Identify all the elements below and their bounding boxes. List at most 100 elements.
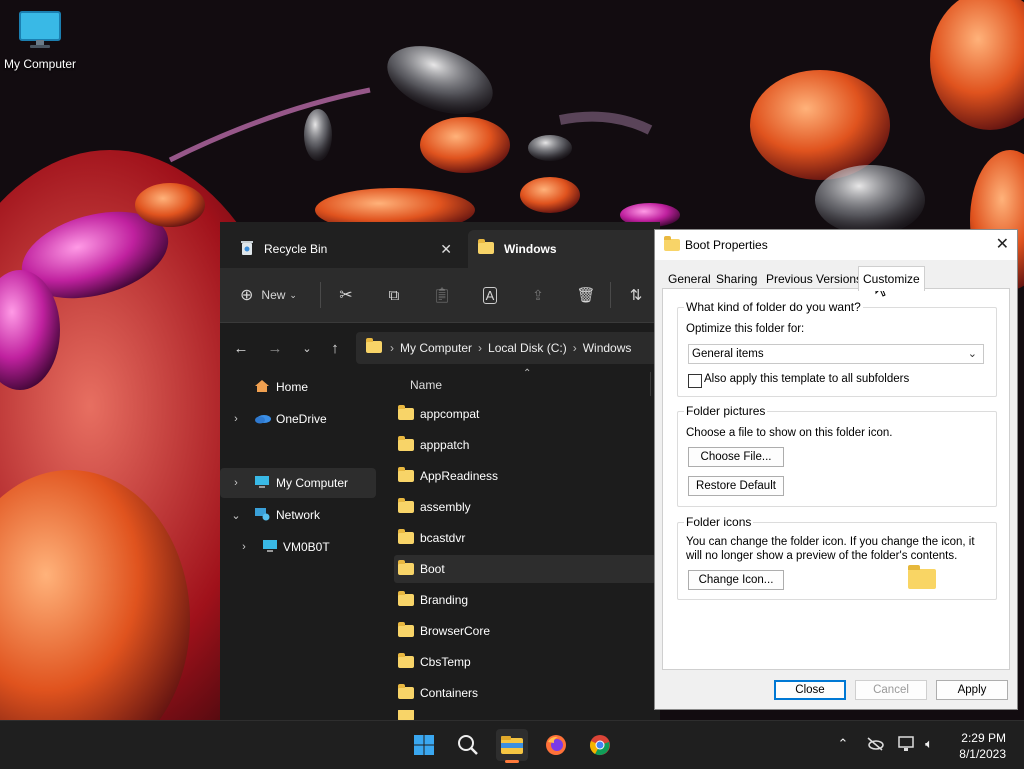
close-icon[interactable]: ✕ bbox=[996, 234, 1009, 254]
clock[interactable]: 2:29 PM 8/1/2023 bbox=[959, 730, 1006, 762]
show-hidden-icons-chevron-up-icon[interactable]: ⌃ bbox=[834, 735, 852, 753]
plus-circle-icon: ⊕ bbox=[240, 287, 254, 304]
list-item-partial[interactable] bbox=[394, 710, 656, 720]
chrome-taskbar-button[interactable] bbox=[584, 729, 616, 761]
close-button[interactable]: Close bbox=[774, 680, 846, 700]
dialog-title-bar[interactable]: Boot Properties ✕ bbox=[655, 230, 1017, 260]
firefox-taskbar-button[interactable] bbox=[540, 729, 572, 761]
forward-button[interactable]: → bbox=[264, 337, 286, 359]
list-item[interactable]: bcastdvr bbox=[394, 524, 656, 552]
icons-description: You can change the folder icon. If you c… bbox=[686, 536, 975, 562]
group-label: What kind of folder do you want? bbox=[684, 300, 863, 314]
nav-label: Home bbox=[276, 380, 309, 394]
share-button[interactable]: ⇪ bbox=[526, 283, 550, 307]
monitor-icon bbox=[19, 11, 61, 48]
search-icon bbox=[458, 735, 478, 755]
apply-subfolders-checkbox[interactable] bbox=[688, 374, 702, 388]
tab-general[interactable]: General bbox=[664, 270, 715, 288]
optimize-select[interactable]: General items ⌄ bbox=[688, 344, 984, 364]
start-button[interactable] bbox=[408, 729, 440, 761]
nav-item-onedrive[interactable]: › OneDrive bbox=[220, 404, 376, 434]
nav-label: OneDrive bbox=[276, 412, 327, 426]
cancel-button[interactable]: Cancel bbox=[855, 680, 927, 700]
clock-time: 2:29 PM bbox=[961, 731, 1006, 745]
list-item-selected[interactable]: Boot bbox=[394, 555, 656, 583]
nav-item-vm[interactable]: › VM0B0T bbox=[220, 532, 376, 562]
apply-button[interactable]: Apply bbox=[936, 680, 1008, 700]
chevron-right-icon[interactable]: › bbox=[238, 541, 250, 553]
restore-default-button[interactable]: Restore Default bbox=[688, 476, 784, 496]
volume-icon[interactable]: 🔈︎ bbox=[920, 735, 938, 753]
item-name: Branding bbox=[420, 593, 469, 607]
list-item[interactable]: AppReadiness bbox=[394, 462, 656, 490]
paste-button[interactable]: 📋︎ bbox=[430, 283, 454, 307]
navigation-pane: Home › OneDrive › My Computer ⌄ Network … bbox=[220, 372, 378, 720]
list-item[interactable]: appcompat bbox=[394, 400, 656, 428]
list-item[interactable]: assembly bbox=[394, 493, 656, 521]
customize-panel: What kind of folder do you want? Optimiz… bbox=[662, 288, 1010, 670]
dialog-tab-strip: General Sharing Previous Versions Custom… bbox=[662, 266, 1010, 291]
list-item[interactable]: BrowserCore bbox=[394, 617, 656, 645]
folder-icon bbox=[398, 560, 414, 575]
address-bar[interactable]: › My Computer › Local Disk (C:) › Window… bbox=[356, 332, 660, 364]
column-divider[interactable] bbox=[650, 372, 651, 396]
search-button[interactable] bbox=[452, 729, 484, 761]
list-item[interactable]: apppatch bbox=[394, 431, 656, 459]
folder-icon bbox=[398, 405, 414, 420]
tab-customize[interactable]: Customize bbox=[858, 266, 925, 291]
cut-button[interactable]: ✂ bbox=[334, 283, 358, 307]
copy-button[interactable]: ⧉ bbox=[382, 283, 406, 307]
chevron-down-icon[interactable]: ⌄ bbox=[230, 509, 242, 522]
tab-sharing[interactable]: Sharing bbox=[712, 270, 761, 288]
recycle-bin-icon bbox=[240, 240, 254, 259]
folder-icon bbox=[398, 436, 414, 451]
breadcrumb-item[interactable]: Windows bbox=[583, 341, 632, 355]
arrow-right-icon: → bbox=[267, 339, 283, 357]
chevron-down-icon: ⌄ bbox=[289, 289, 297, 300]
file-list: ⌃ Name appcompat apppatch AppReadiness a… bbox=[380, 368, 660, 720]
rename-icon: A bbox=[482, 286, 498, 304]
cloud-offline-icon[interactable] bbox=[866, 735, 884, 753]
list-item[interactable]: Containers bbox=[394, 679, 656, 707]
tab-label: Recycle Bin bbox=[264, 242, 328, 256]
sort-button[interactable]: ⇅ bbox=[624, 283, 648, 307]
network-tray-icon[interactable] bbox=[898, 735, 916, 753]
breadcrumb-item[interactable]: Local Disk (C:) bbox=[488, 341, 567, 355]
tab-previous-versions[interactable]: Previous Versions bbox=[762, 270, 866, 288]
file-explorer-taskbar-button[interactable] bbox=[496, 729, 528, 763]
item-name: AppReadiness bbox=[420, 469, 499, 483]
back-button[interactable]: ← bbox=[230, 337, 252, 359]
chevron-right-icon[interactable]: › bbox=[230, 413, 242, 425]
explorer-command-bar: ⊕ New ⌄ ✂ ⧉ 📋︎ A ⇪ 🗑︎ ⇅ bbox=[220, 268, 660, 323]
new-button[interactable]: ⊕ New ⌄ bbox=[240, 283, 306, 307]
dialog-title: Boot Properties bbox=[685, 238, 768, 252]
recent-locations-button[interactable]: ⌄ bbox=[296, 337, 318, 359]
column-header-name[interactable]: Name bbox=[410, 378, 442, 392]
checkbox-label[interactable]: Also apply this template to all subfolde… bbox=[704, 373, 909, 385]
chevron-down-icon: ⌄ bbox=[302, 342, 312, 355]
breadcrumb-chevron-icon: › bbox=[390, 341, 394, 355]
nav-item-network[interactable]: ⌄ Network bbox=[220, 500, 376, 530]
choose-file-button[interactable]: Choose File... bbox=[688, 447, 784, 467]
chevron-right-icon[interactable]: › bbox=[230, 477, 242, 489]
tab-windows[interactable]: Windows bbox=[468, 230, 660, 268]
folder-icon bbox=[398, 498, 414, 513]
change-icon-button[interactable]: Change Icon... bbox=[688, 570, 784, 590]
list-item[interactable]: CbsTemp bbox=[394, 648, 656, 676]
desktop-icon-my-computer[interactable]: My Computer bbox=[0, 10, 80, 71]
nav-item-my-computer[interactable]: › My Computer bbox=[220, 468, 376, 498]
folder-icon bbox=[398, 653, 414, 668]
taskbar: ⌃ 🔈︎ 2:29 PM 8/1/2023 bbox=[0, 720, 1024, 769]
item-name: assembly bbox=[420, 500, 471, 514]
delete-button[interactable]: 🗑︎ bbox=[574, 283, 598, 307]
computer-icon bbox=[262, 539, 278, 556]
computer-icon bbox=[254, 475, 270, 492]
nav-item-home[interactable]: Home bbox=[220, 372, 376, 402]
list-item[interactable]: Branding bbox=[394, 586, 656, 614]
chevron-down-icon: ⌄ bbox=[967, 348, 977, 360]
up-button[interactable]: ↑ bbox=[324, 337, 346, 359]
tab-recycle-bin[interactable]: Recycle Bin ✕ bbox=[230, 230, 462, 268]
breadcrumb-item[interactable]: My Computer bbox=[400, 341, 472, 355]
rename-button[interactable]: A bbox=[478, 283, 502, 307]
close-tab-icon[interactable]: ✕ bbox=[440, 241, 452, 258]
